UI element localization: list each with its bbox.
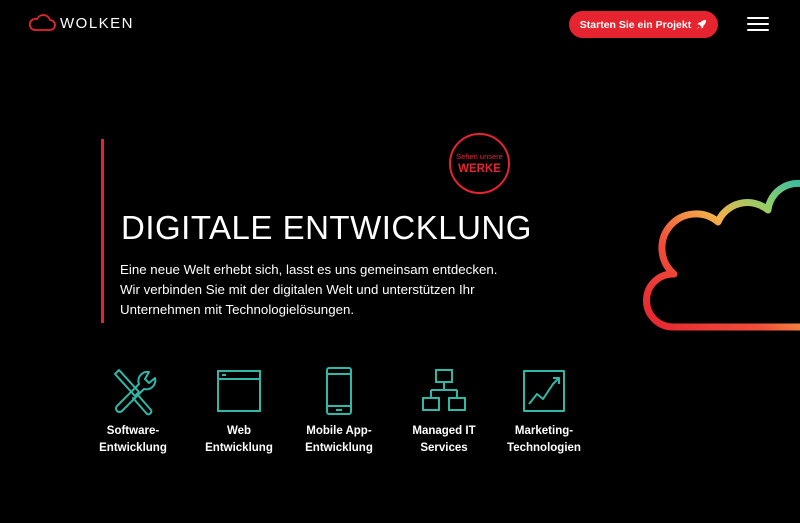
menu-line [747,29,769,31]
hero-description-line: Wir verbinden Sie mit der digitalen Welt… [120,282,475,297]
hamburger-menu-icon[interactable] [747,17,769,31]
gradient-cloud-illustration [643,179,800,331]
service-label: Software- Entwicklung [99,423,167,457]
menu-line [747,23,769,25]
service-software[interactable]: Software- Entwicklung [78,366,188,457]
hero-accent-bar [101,139,104,323]
service-web[interactable]: Web Entwicklung [184,366,294,457]
browser-window-icon [217,370,261,412]
hero-description-line: Eine neue Welt erhebt sich, lasst es uns… [120,262,498,277]
cloud-logo-icon [28,14,56,31]
service-label-line: Software- [106,425,160,437]
badge-line1: Sehen unsere [456,151,503,161]
service-label-line: Mobile App- [306,425,372,437]
service-label-line: Web [226,425,252,437]
service-mobile[interactable]: Mobile App- Entwicklung [284,366,394,457]
smartphone-icon [326,367,352,415]
service-label-line: Technologien [507,442,581,454]
service-label: Marketing- Technologien [507,423,581,457]
service-marketing[interactable]: Marketing- Technologien [489,366,599,457]
see-works-badge[interactable]: Sehen unsere WERKE [449,133,510,194]
service-label: Managed IT Services [412,423,475,457]
line-chart-icon [523,370,565,412]
wolken-logo[interactable]: WOLKEN [28,13,134,33]
hero-description-line: Unternehmen mit Technologielösungen. [120,302,355,317]
service-label: Web Entwicklung [205,423,273,457]
service-label-line: Entwicklung [305,442,373,454]
service-label-line: Entwicklung [99,442,167,454]
service-label-line: Marketing- [514,425,574,437]
service-managed-it[interactable]: Managed IT Services [389,366,499,457]
service-label-line: Services [420,442,468,454]
service-label-line: Managed IT [412,425,476,437]
hero-description: Eine neue Welt erhebt sich, lasst es uns… [120,260,540,320]
start-project-button[interactable]: Starten Sie ein Projekt [569,11,718,38]
service-label-line: Entwicklung [205,442,273,454]
badge-line2: WERKE [458,162,501,175]
menu-line [747,17,769,19]
start-project-label: Starten Sie ein Projekt [579,18,692,31]
service-label: Mobile App- Entwicklung [305,423,373,457]
network-hierarchy-icon [422,369,466,411]
logo-text: WOLKEN [60,14,135,32]
hero-title: DIGITALE ENTWICKLUNG [121,209,532,246]
tools-icon [114,369,157,416]
rocket-icon [697,19,707,30]
